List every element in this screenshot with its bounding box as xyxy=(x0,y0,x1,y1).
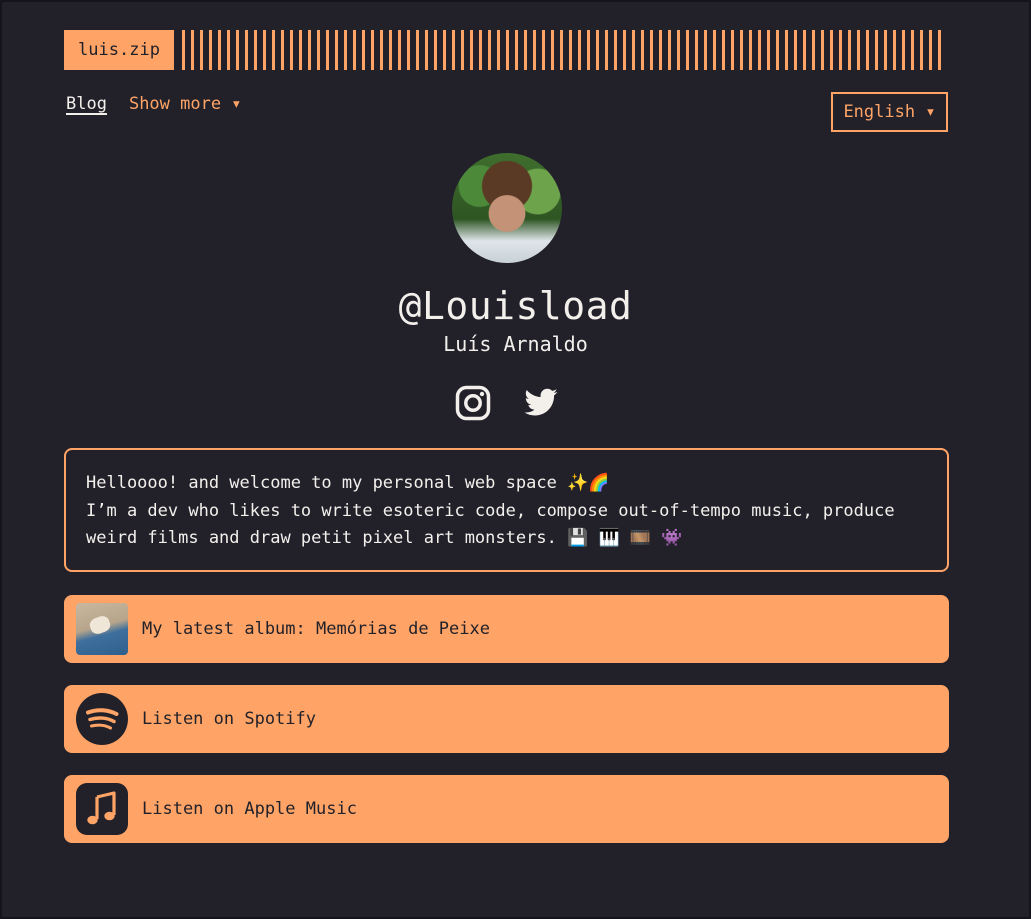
apple-music-link-button[interactable]: Listen on Apple Music xyxy=(64,775,949,843)
bio-box: Helloooo! and welcome to my personal web… xyxy=(64,448,949,572)
nav-blog-link[interactable]: Blog xyxy=(66,94,107,114)
decorative-stripes xyxy=(182,30,944,70)
link-label: Listen on Spotify xyxy=(142,709,316,729)
language-select[interactable]: English ▾ xyxy=(831,92,948,132)
bio-line: weird films and draw petit pixel art mon… xyxy=(86,528,683,548)
nav-show-more-dropdown[interactable]: Show more ▾ xyxy=(129,94,242,114)
spotify-link-button[interactable]: Listen on Spotify xyxy=(64,685,949,753)
site-logo[interactable]: luis.zip xyxy=(64,30,174,70)
bio-line: Helloooo! and welcome to my personal web… xyxy=(86,473,610,493)
link-label: My latest album: Memórias de Peixe xyxy=(142,619,490,639)
twitter-icon[interactable] xyxy=(523,385,559,421)
top-bar: luis.zip xyxy=(64,30,174,70)
apple-music-icon xyxy=(76,783,128,835)
link-label: Listen on Apple Music xyxy=(142,799,357,819)
album-link-button[interactable]: My latest album: Memórias de Peixe xyxy=(64,595,949,663)
avatar xyxy=(452,153,562,263)
bio-line: I’m a dev who likes to write esoteric co… xyxy=(86,500,895,521)
spotify-icon xyxy=(76,693,128,745)
album-cover-image xyxy=(76,603,128,655)
main-nav: Blog Show more ▾ xyxy=(66,94,242,114)
instagram-icon[interactable] xyxy=(455,385,491,421)
profile-handle: @Louisload xyxy=(398,284,633,328)
profile-name: Luís Arnaldo xyxy=(443,332,588,356)
social-links xyxy=(455,385,559,421)
